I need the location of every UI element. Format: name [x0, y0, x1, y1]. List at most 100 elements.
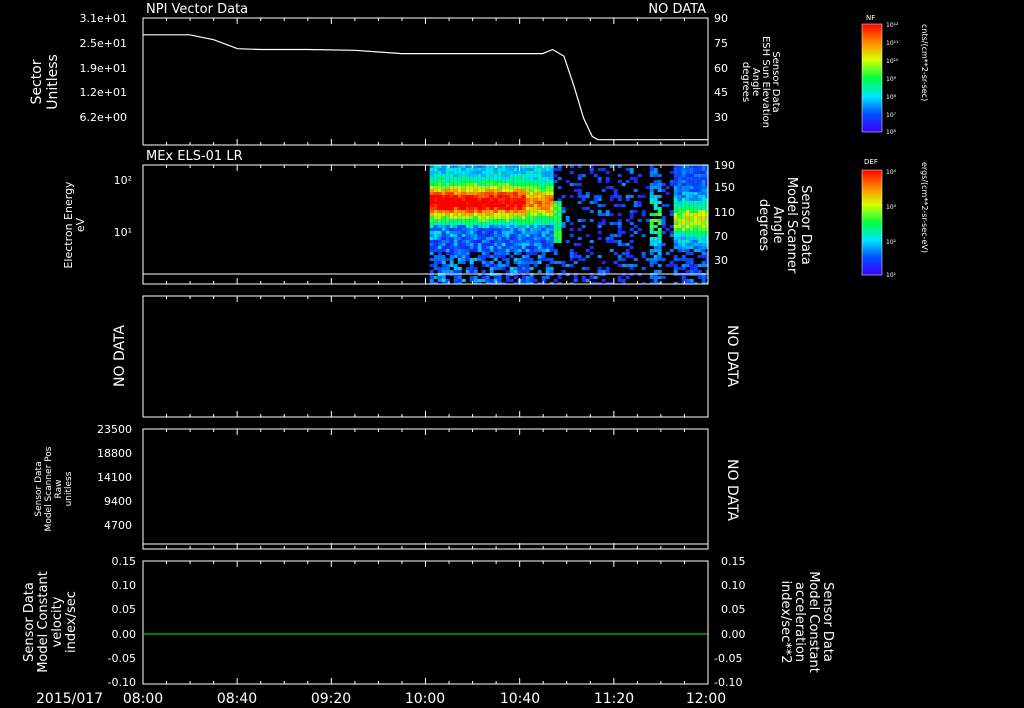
panel-5-ytick: 0.00	[112, 628, 137, 641]
spectrogram-cell	[485, 279, 490, 282]
spectrogram-cell	[449, 195, 454, 198]
spectrogram-cell	[429, 222, 434, 225]
spectrogram-cell	[525, 222, 530, 225]
spectrogram-cell	[569, 255, 574, 258]
spectrogram-cell	[505, 249, 510, 252]
spectrogram-cell	[693, 183, 698, 186]
spectrogram-cell	[497, 201, 502, 204]
spectrogram-cell	[481, 219, 486, 222]
spectrogram-cell	[461, 246, 466, 249]
spectrogram-cell	[517, 219, 522, 222]
spectrogram-cell	[677, 204, 682, 207]
spectrogram-cell	[661, 204, 666, 207]
spectrogram-cell	[669, 213, 674, 216]
spectrogram-cell	[525, 228, 530, 231]
spectrogram-cell	[445, 222, 450, 225]
spectrogram-cell	[513, 210, 518, 213]
spectrogram-cell	[513, 183, 518, 186]
spectrogram-cell	[457, 186, 462, 189]
spectrogram-cell	[525, 237, 530, 240]
spectrogram-cell	[437, 210, 442, 213]
spectrogram-cell	[545, 276, 550, 279]
spectrogram-cell	[701, 198, 706, 201]
spectrogram-cell	[593, 195, 598, 198]
spectrogram-cell	[437, 213, 442, 216]
spectrogram-cell	[529, 240, 534, 243]
spectrogram-cell	[473, 276, 478, 279]
spectrogram-cell	[485, 234, 490, 237]
spectrogram-cell	[577, 177, 582, 180]
spectrogram-cell	[449, 201, 454, 204]
spectrogram-cell	[429, 180, 434, 183]
spectrogram-cell	[665, 186, 670, 189]
spectrogram-cell	[513, 219, 518, 222]
spectrogram-cell	[465, 192, 470, 195]
spectrogram-cell	[517, 198, 522, 201]
spectrogram-cell	[453, 183, 458, 186]
spectrogram-cell	[681, 228, 686, 231]
spectrogram-cell	[457, 192, 462, 195]
spectrogram-cell	[477, 201, 482, 204]
spectrogram-cell	[673, 177, 678, 180]
spectrogram-cell	[521, 210, 526, 213]
spectrogram-cell	[465, 195, 470, 198]
spectrogram-cell	[457, 228, 462, 231]
spectrogram-cell	[525, 243, 530, 246]
spectrogram-cell	[505, 204, 510, 207]
spectrogram-cell	[517, 189, 522, 192]
spectrogram-cell	[633, 177, 638, 180]
spectrogram-cell	[553, 231, 558, 234]
spectrogram-cell	[633, 258, 638, 261]
spectrogram-cell	[685, 234, 690, 237]
spectrogram-cell	[473, 234, 478, 237]
colorbar-nf-tick: 10¹⁰	[886, 58, 899, 65]
spectrogram-cell	[449, 180, 454, 183]
panel-5-ytick: 0.10	[112, 579, 137, 592]
spectrogram-cell	[477, 189, 482, 192]
spectrogram-cell	[493, 189, 498, 192]
spectrogram-cell	[469, 249, 474, 252]
spectrogram-cell	[553, 249, 558, 252]
spectrogram-cell	[433, 171, 438, 174]
spectrogram-cell	[465, 243, 470, 246]
spectrogram-cell	[493, 219, 498, 222]
spectrogram-cell	[697, 201, 702, 204]
spectrogram-cell	[477, 180, 482, 183]
spectrogram-cell	[485, 276, 490, 279]
spectrogram-cell	[581, 207, 586, 210]
spectrogram-cell	[513, 246, 518, 249]
spectrogram-cell	[557, 234, 562, 237]
spectrogram-cell	[665, 204, 670, 207]
spectrogram-cell	[529, 216, 534, 219]
spectrogram-cell	[597, 168, 602, 171]
spectrogram-cell	[525, 270, 530, 273]
spectrogram-cell	[625, 195, 630, 198]
spectrogram-cell	[461, 237, 466, 240]
spectrogram-cell	[529, 201, 534, 204]
spectrogram-cell	[433, 225, 438, 228]
spectrogram-cell	[445, 237, 450, 240]
spectrogram-cell	[533, 198, 538, 201]
spectrogram-cell	[501, 222, 506, 225]
spectrogram-cell	[649, 186, 654, 189]
spectrogram-cell	[517, 240, 522, 243]
spectrogram-cell	[657, 264, 662, 267]
spectrogram-cell	[521, 168, 526, 171]
spectrogram-cell	[549, 249, 554, 252]
spectrogram-cell	[497, 276, 502, 279]
spectrogram-cell	[589, 168, 594, 171]
spectrogram-cell	[541, 252, 546, 255]
spectrogram-cell	[685, 189, 690, 192]
spectrogram-cell	[577, 174, 582, 177]
spectrogram-cell	[529, 195, 534, 198]
spectrogram-cell	[517, 249, 522, 252]
spectrogram-cell	[649, 243, 654, 246]
spectrogram-cell	[481, 216, 486, 219]
spectrogram-cell	[441, 183, 446, 186]
spectrogram-cell	[469, 222, 474, 225]
spectrogram-cell	[669, 225, 674, 228]
spectrogram-cell	[541, 255, 546, 258]
panel-4-left-label-line: Model Scanner Pos	[44, 446, 54, 531]
spectrogram-cell	[453, 201, 458, 204]
spectrogram-cell	[445, 204, 450, 207]
